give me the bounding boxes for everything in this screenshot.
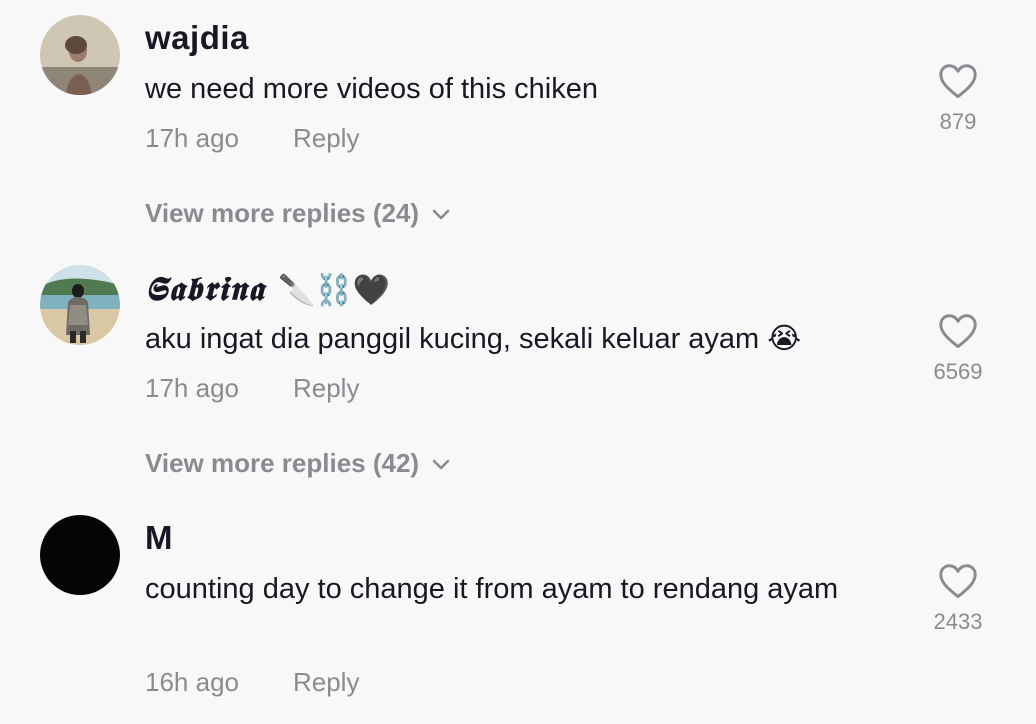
- view-more-label: View more replies (24): [145, 198, 420, 228]
- comment-meta: 17h ago Reply: [145, 123, 359, 154]
- avatar[interactable]: [40, 15, 120, 95]
- username[interactable]: wajdia: [145, 19, 249, 57]
- username-emoji: 🔪⛓️🖤: [277, 273, 390, 308]
- view-more-label: View more replies (42): [145, 448, 420, 478]
- view-more-replies-button[interactable]: View more replies (42): [145, 448, 451, 479]
- like-count: 2433: [933, 609, 983, 634]
- like-button[interactable]: 879: [918, 63, 998, 135]
- username[interactable]: M: [145, 519, 173, 557]
- comment-text: aku ingat dia panggil kucing, sekali kel…: [145, 323, 802, 355]
- comments-list: wajdia we need more videos of this chike…: [0, 0, 1036, 724]
- timestamp: 17h ago: [145, 123, 239, 153]
- like-count: 879: [939, 109, 977, 134]
- beach-photo-avatar-icon: [40, 265, 120, 345]
- comment-meta: 17h ago Reply: [145, 373, 359, 404]
- reply-button[interactable]: Reply: [293, 373, 359, 403]
- heart-outline-icon: [939, 64, 977, 99]
- heart-outline-icon: [939, 564, 977, 599]
- username-text: 𝕾𝖆𝖇𝖗𝖎𝖓𝖆: [145, 269, 265, 308]
- user-photo-avatar-icon: [40, 15, 120, 95]
- timestamp: 17h ago: [145, 373, 239, 403]
- comment-text: counting day to change it from ayam to r…: [145, 573, 839, 605]
- avatar[interactable]: [40, 515, 120, 595]
- like-button[interactable]: 2433: [918, 563, 998, 635]
- comment-meta: 16h ago Reply: [145, 667, 359, 698]
- username[interactable]: 𝕾𝖆𝖇𝖗𝖎𝖓𝖆 🔪⛓️🖤: [145, 269, 390, 309]
- like-count: 6569: [933, 359, 983, 384]
- chevron-down-icon: [432, 459, 450, 470]
- black-avatar-icon: [40, 515, 120, 595]
- view-more-replies-button[interactable]: View more replies (24): [145, 198, 451, 229]
- chevron-down-icon: [432, 209, 450, 220]
- timestamp: 16h ago: [145, 667, 239, 697]
- comment-text: we need more videos of this chiken: [145, 73, 598, 105]
- avatar[interactable]: [40, 265, 120, 345]
- heart-outline-icon: [939, 314, 977, 349]
- like-button[interactable]: 6569: [918, 313, 998, 385]
- reply-button[interactable]: Reply: [293, 667, 359, 697]
- reply-button[interactable]: Reply: [293, 123, 359, 153]
